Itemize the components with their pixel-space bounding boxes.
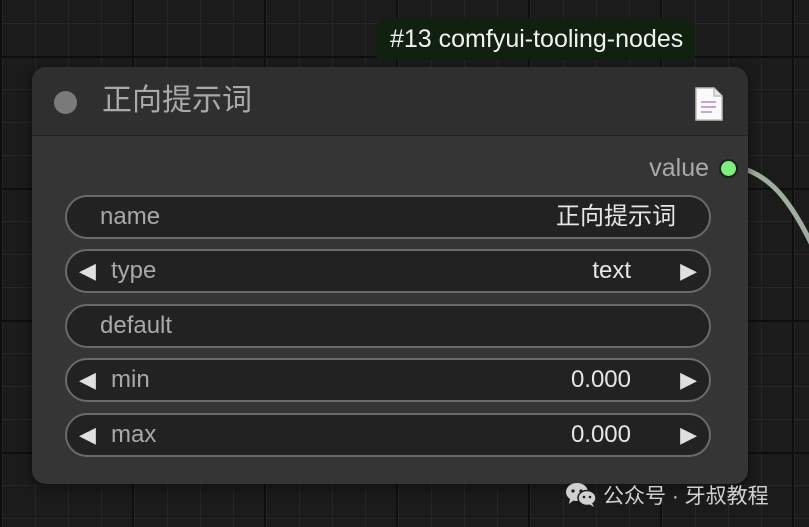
node-id-badge: #13 comfyui-tooling-nodes — [377, 18, 696, 60]
default-field[interactable]: default — [65, 304, 711, 348]
collapse-toggle[interactable] — [54, 91, 77, 114]
default-label: default — [100, 312, 173, 339]
type-selector[interactable]: ◀ type text ▶ — [65, 249, 711, 293]
min-stepper[interactable]: ◀ min 0.000 ▶ — [65, 358, 711, 402]
min-decrement-arrow-icon[interactable]: ◀ — [79, 360, 96, 400]
max-label: max — [111, 421, 157, 448]
node-header[interactable]: 正向提示词 — [32, 67, 748, 136]
min-value: 0.000 — [570, 366, 631, 393]
type-next-arrow-icon[interactable]: ▶ — [680, 251, 697, 291]
min-label: min — [111, 366, 150, 393]
name-value: 正向提示词 — [556, 203, 676, 230]
max-decrement-arrow-icon[interactable]: ◀ — [79, 415, 96, 455]
type-prev-arrow-icon[interactable]: ◀ — [79, 251, 96, 291]
name-field[interactable]: name 正向提示词 — [65, 195, 711, 239]
watermark: 公众号 · 牙叔教程 — [565, 480, 769, 510]
max-value: 0.000 — [570, 421, 631, 448]
output-connector[interactable] — [719, 158, 738, 178]
max-increment-arrow-icon[interactable]: ▶ — [680, 415, 697, 455]
wechat-icon — [566, 483, 597, 507]
type-label: type — [111, 257, 157, 284]
min-increment-arrow-icon[interactable]: ▶ — [680, 360, 697, 400]
output-label: value — [649, 153, 709, 182]
name-label: name — [100, 203, 161, 230]
node-title: 正向提示词 — [102, 84, 252, 117]
output-slot-value[interactable]: value — [649, 153, 738, 183]
type-value: text — [592, 257, 631, 284]
max-stepper[interactable]: ◀ max 0.000 ▶ — [65, 413, 711, 457]
watermark-text: 公众号 · 牙叔教程 — [603, 485, 769, 508]
document-icon[interactable] — [694, 86, 724, 122]
node-panel[interactable]: 正向提示词 value name 正向提示词 ◀ type text ▶ def… — [32, 67, 748, 484]
